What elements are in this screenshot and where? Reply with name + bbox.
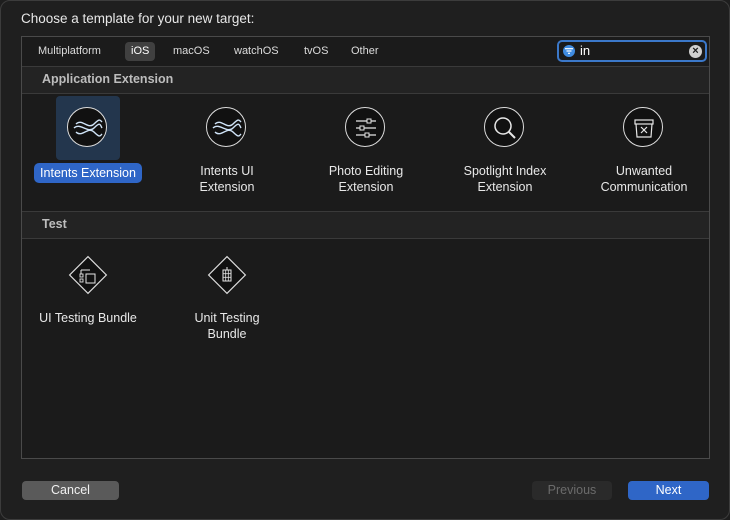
template-icon-frame [473, 96, 537, 160]
tab-watchos[interactable]: watchOS [228, 42, 285, 61]
clear-icon[interactable]: × [689, 45, 702, 58]
template-label: Spotlight Index Extension [463, 164, 547, 194]
sliders-icon [345, 107, 385, 147]
template-label: Unit Testing Bundle [194, 311, 260, 341]
intents-ui-icon [206, 107, 246, 147]
next-button[interactable]: Next [628, 481, 709, 500]
template-label: UI Testing Bundle [39, 311, 137, 325]
template-sheet: Choose a template for your new target: M… [0, 0, 730, 520]
template-icon-frame [56, 243, 120, 307]
section-header-application-extension: Application Extension [22, 66, 709, 94]
template-unit-testing-bundle[interactable]: Unit Testing Bundle [162, 243, 292, 343]
tab-tvos[interactable]: tvOS [298, 42, 334, 61]
unit-testing-icon [207, 255, 247, 295]
template-icon-frame [334, 96, 398, 160]
magnifier-icon [484, 107, 524, 147]
tab-macos[interactable]: macOS [167, 42, 216, 61]
blocked-tray-icon [623, 107, 663, 147]
previous-button[interactable]: Previous [532, 481, 612, 500]
section-title: Application Extension [42, 72, 174, 86]
template-icon-frame [195, 96, 259, 160]
ui-testing-icon [68, 255, 108, 295]
sheet-prompt: Choose a template for your new target: [21, 11, 255, 26]
tab-multiplatform[interactable]: Multiplatform [32, 42, 107, 61]
template-label: Intents Extension [34, 163, 142, 183]
search-input-value[interactable]: in [580, 43, 590, 58]
filter-icon[interactable] [563, 45, 575, 57]
tab-ios[interactable]: iOS [125, 42, 156, 61]
tab-other[interactable]: Other [345, 42, 385, 61]
section-header-test: Test [22, 211, 709, 239]
template-label: Intents UI Extension [199, 164, 255, 194]
template-intents-extension[interactable]: Intents Extension [23, 96, 153, 183]
search-field[interactable]: in × [557, 40, 707, 62]
template-ui-testing-bundle[interactable]: UI Testing Bundle [23, 243, 153, 327]
template-spotlight-index-extension[interactable]: Spotlight Index Extension [440, 96, 570, 196]
template-label: Unwanted Communication [600, 164, 688, 194]
template-icon-frame [56, 96, 120, 160]
template-unwanted-communication[interactable]: Unwanted Communication [579, 96, 709, 196]
cancel-button[interactable]: Cancel [22, 481, 119, 500]
template-label: Photo Editing Extension [328, 164, 404, 194]
template-icon-frame [612, 96, 676, 160]
template-icon-frame [195, 243, 259, 307]
intents-icon [67, 107, 107, 147]
template-intents-ui-extension[interactable]: Intents UI Extension [162, 96, 292, 196]
template-browser: Multiplatform iOS macOS watchOS tvOS Oth… [21, 36, 710, 459]
template-photo-editing-extension[interactable]: Photo Editing Extension [301, 96, 431, 196]
section-title: Test [42, 217, 67, 231]
platform-tab-bar: Multiplatform iOS macOS watchOS tvOS Oth… [22, 37, 709, 66]
